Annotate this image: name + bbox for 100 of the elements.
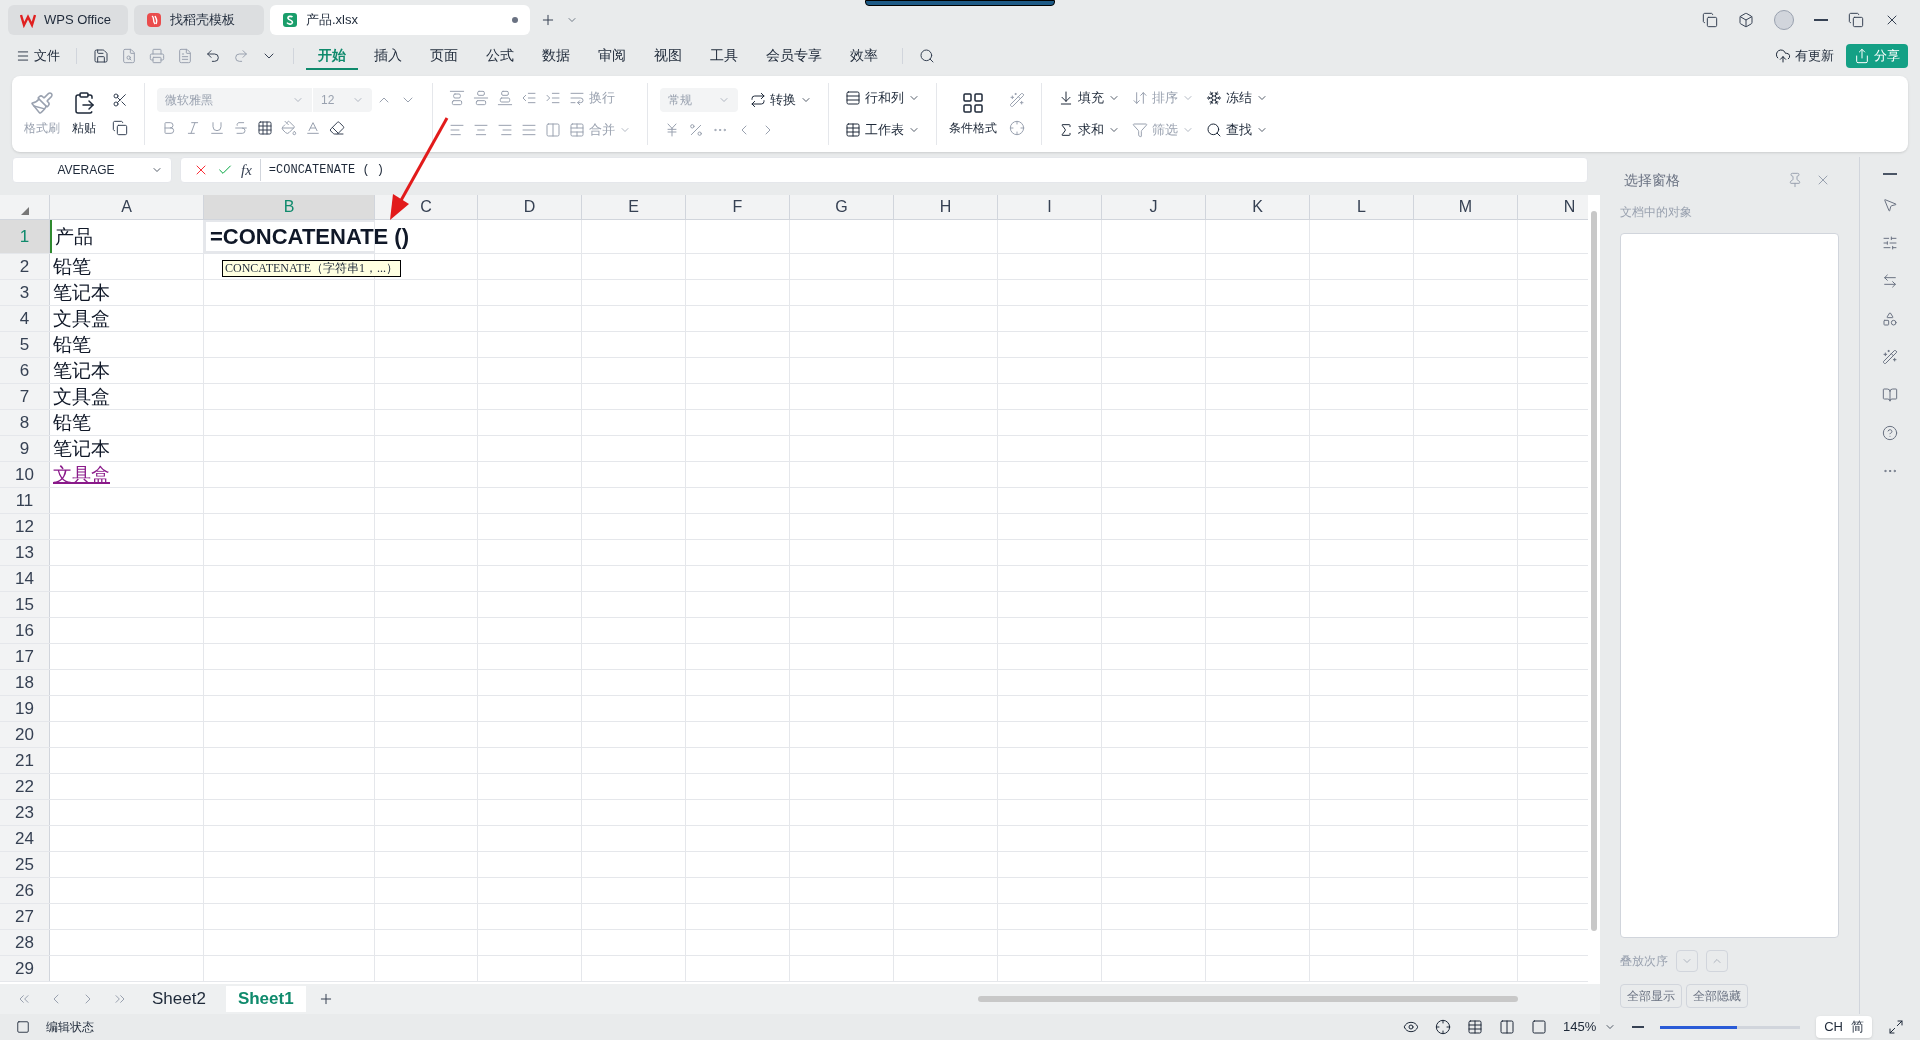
row-header[interactable]: 10	[0, 462, 50, 487]
print-icon	[149, 48, 165, 64]
column-header[interactable]: I	[998, 195, 1102, 219]
row-header[interactable]: 23	[0, 800, 50, 825]
scrollbar-thumb[interactable]	[1591, 211, 1597, 931]
row-header[interactable]: 18	[0, 670, 50, 695]
name-box[interactable]: AVERAGE	[12, 157, 172, 183]
file-menu[interactable]: 文件	[12, 46, 64, 66]
cell-style-icon	[1009, 92, 1025, 108]
conditional-format-button[interactable]: 条件格式	[949, 91, 997, 137]
row-header[interactable]: 8	[0, 410, 50, 435]
row-header[interactable]: 27	[0, 904, 50, 929]
document-tab[interactable]: 找稻壳模板	[134, 5, 264, 35]
column-header[interactable]: E	[582, 195, 686, 219]
flame-logo-icon	[146, 12, 162, 28]
column-header[interactable]: H	[894, 195, 998, 219]
column-header[interactable]: G	[790, 195, 894, 219]
row-header[interactable]: 29	[0, 956, 50, 981]
pane-title[interactable]: 选择窗格	[1620, 169, 1680, 191]
convert-button[interactable]: 转换	[746, 86, 816, 114]
row-header[interactable]: 5	[0, 332, 50, 357]
ribbon-tab[interactable]: 审阅	[586, 42, 638, 70]
ribbon-tab[interactable]: 开始	[306, 42, 358, 70]
row-header[interactable]: 22	[0, 774, 50, 799]
row-header[interactable]: 26	[0, 878, 50, 903]
restore-icon	[1848, 12, 1864, 28]
row-header[interactable]: 3	[0, 280, 50, 305]
row-header[interactable]: 24	[0, 826, 50, 851]
grid-icon	[961, 91, 985, 115]
filter-icon	[1132, 122, 1148, 138]
order-label: 叠放次序	[1620, 953, 1668, 970]
column-header[interactable]: D	[478, 195, 582, 219]
column-header[interactable]: K	[1206, 195, 1310, 219]
wand-icon	[1882, 349, 1898, 365]
row-header[interactable]: 15	[0, 592, 50, 617]
find-button[interactable]: 查找	[1202, 116, 1272, 144]
column-header[interactable]: F	[686, 195, 790, 219]
shapes-icon	[1882, 311, 1898, 327]
pane-button[interactable]: 全部隐藏	[1686, 984, 1748, 1008]
ribbon-tab[interactable]: 公式	[474, 42, 526, 70]
row-header[interactable]: 16	[0, 618, 50, 643]
help-icon	[1882, 425, 1898, 441]
undo-icon	[205, 48, 221, 64]
horizontal-scrollbar[interactable]	[978, 996, 1518, 1002]
ribbon-tab[interactable]: 视图	[642, 42, 694, 70]
align-center-icon	[473, 122, 489, 138]
sheet-tab[interactable]: Sheet1	[225, 986, 306, 1012]
ribbon-tab[interactable]: 插入	[362, 42, 414, 70]
worksheet-button[interactable]: 工作表	[841, 116, 924, 144]
row-header[interactable]: 6	[0, 358, 50, 383]
table-cell: 文具盒	[53, 463, 110, 486]
ribbon-tab[interactable]: 会员专享	[754, 42, 834, 70]
document-tab[interactable]: 产品.xlsx	[270, 5, 530, 35]
update-button[interactable]: 有更新	[1767, 46, 1842, 66]
row-header[interactable]: 28	[0, 930, 50, 955]
document-tab[interactable]: WPS Office	[8, 5, 128, 35]
sum-button[interactable]: 求和	[1054, 116, 1124, 144]
swap-icon	[1882, 273, 1898, 289]
row-header[interactable]: 17	[0, 644, 50, 669]
row-header[interactable]: 2	[0, 254, 50, 279]
row-header[interactable]: 11	[0, 488, 50, 513]
row-header[interactable]: 4	[0, 306, 50, 331]
table-cell: 铅笔	[53, 411, 91, 434]
column-header[interactable]: J	[1102, 195, 1206, 219]
row-header[interactable]: 9	[0, 436, 50, 461]
avatar[interactable]	[1774, 10, 1794, 30]
column-header[interactable]: L	[1310, 195, 1414, 219]
pane-button[interactable]: 全部显示	[1620, 984, 1682, 1008]
row-header[interactable]: 13	[0, 540, 50, 565]
ribbon-tab[interactable]: 工具	[698, 42, 750, 70]
row-header[interactable]: 14	[0, 566, 50, 591]
ribbon-tab[interactable]: 数据	[530, 42, 582, 70]
find-icon	[1206, 122, 1222, 138]
row-header[interactable]: 21	[0, 748, 50, 773]
tab-title: 找稻壳模板	[170, 11, 236, 30]
row-header[interactable]: 7	[0, 384, 50, 409]
cell-formula[interactable]: =CONCATENATE ()	[210, 222, 409, 252]
table-cell: 文具盒	[53, 385, 110, 408]
column-header[interactable]: M	[1414, 195, 1518, 219]
fill-button[interactable]: 填充	[1054, 84, 1124, 112]
sheet-tab[interactable]: Sheet2	[140, 986, 218, 1012]
function-tooltip: CONCATENATE（字符串1，...）	[222, 260, 401, 277]
row-header[interactable]: 20	[0, 722, 50, 747]
ribbon-tab[interactable]: 页面	[418, 42, 470, 70]
move-down-button[interactable]	[1676, 950, 1698, 972]
zoom-slider[interactable]	[1660, 1025, 1801, 1029]
outdent-icon	[521, 90, 537, 106]
ribbon-tab[interactable]: 效率	[838, 42, 890, 70]
rows-columns-button[interactable]: 行和列	[841, 84, 924, 112]
cloud-icon	[1775, 48, 1791, 64]
underline-icon	[209, 120, 225, 136]
row-header[interactable]: 19	[0, 696, 50, 721]
paste-button[interactable]: 粘贴	[72, 91, 96, 137]
zoom-level[interactable]: 145%	[1562, 1017, 1617, 1037]
formula-field[interactable]: =CONCATENATE ( )	[268, 161, 385, 179]
move-up-button[interactable]	[1706, 950, 1728, 972]
row-header[interactable]: 25	[0, 852, 50, 877]
ime-indicator[interactable]: CH 简	[1816, 1016, 1872, 1038]
freeze-button[interactable]: 冻结	[1202, 84, 1272, 112]
row-header[interactable]: 12	[0, 514, 50, 539]
